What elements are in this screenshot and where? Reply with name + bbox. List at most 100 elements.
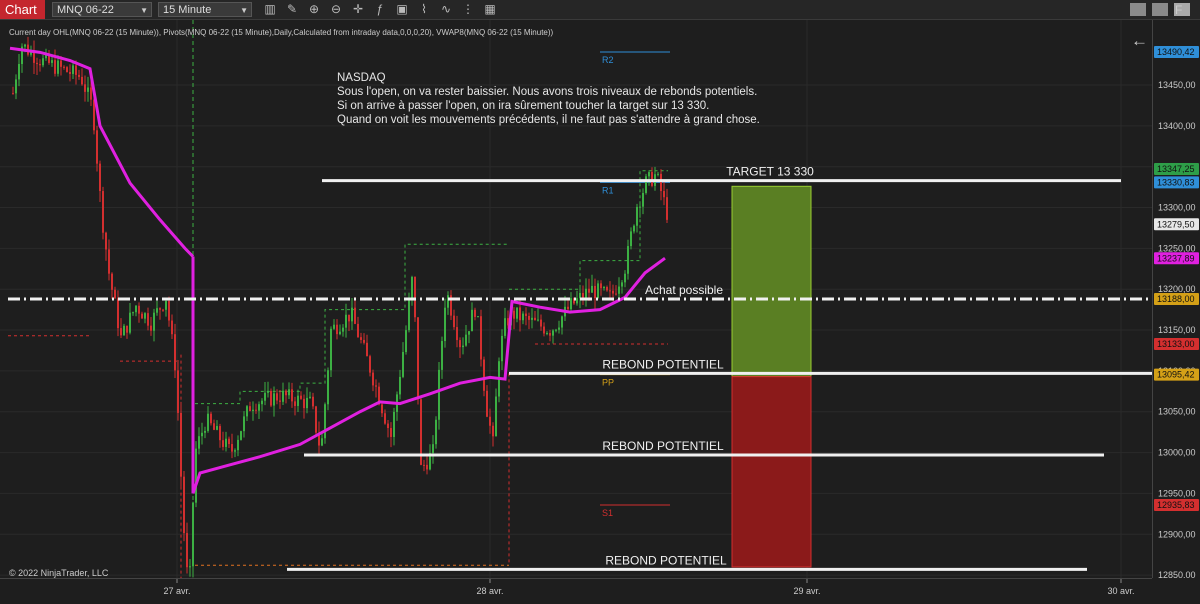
- level-label: Achat possible: [645, 283, 723, 297]
- candle-body: [477, 316, 479, 318]
- candle-body: [219, 426, 221, 441]
- candle-body: [618, 286, 620, 294]
- time-tick-label: 27 avr.: [163, 586, 190, 596]
- price-tick-label: 13200,00: [1158, 284, 1196, 294]
- interval-selector[interactable]: 15 Minute ▼: [158, 2, 252, 17]
- pivot-label: S1: [602, 508, 613, 518]
- candle-body: [60, 60, 62, 67]
- candle-body: [153, 312, 155, 331]
- level-label: REBOND POTENTIEL: [602, 357, 724, 371]
- candle-body: [255, 409, 257, 411]
- candle-body: [315, 406, 317, 433]
- candle-body: [300, 395, 302, 399]
- chart-tab[interactable]: Chart: [0, 0, 45, 19]
- annotation-title: NASDAQ: [337, 72, 386, 84]
- candle-body: [183, 476, 185, 534]
- candle-body: [132, 312, 134, 314]
- candle-body: [120, 328, 122, 336]
- candle-body: [75, 65, 77, 75]
- candle-body: [210, 413, 212, 424]
- instrument-value: MNQ 06-22: [57, 4, 114, 16]
- panel-toggle[interactable]: F: [1175, 3, 1182, 17]
- candle-body: [327, 370, 329, 405]
- indicator-icon[interactable]: ƒ: [372, 2, 388, 17]
- candle-body: [597, 283, 599, 299]
- candle-body: [324, 404, 326, 439]
- candle-body: [117, 298, 119, 329]
- properties-icon[interactable]: ⋮: [460, 2, 476, 17]
- candle-body: [66, 67, 68, 73]
- annotation-line: Sous l'open, on va rester baissier. Nous…: [337, 86, 758, 98]
- candle-body: [159, 308, 161, 310]
- candle-body: [228, 438, 230, 445]
- drawing-tools-icon[interactable]: ⌇: [416, 2, 432, 17]
- level-label: TARGET 13 330: [726, 165, 814, 179]
- candle-body: [201, 432, 203, 437]
- pencil-icon[interactable]: ✎: [284, 2, 300, 17]
- time-axis[interactable]: 27 avr. 28 avr. 29 avr. 30 avr.: [0, 578, 1152, 599]
- candle-body: [234, 450, 236, 452]
- candle-body: [279, 400, 281, 402]
- bar-style-icon[interactable]: ▥: [262, 2, 278, 17]
- candle-body: [18, 64, 20, 80]
- zoom-out-icon[interactable]: ⊖: [328, 2, 344, 17]
- candle-body: [417, 317, 419, 400]
- candle-body: [342, 327, 344, 332]
- price-axis[interactable]: 13450,0013400,0013350,0013300,0013250,00…: [1152, 20, 1200, 580]
- candle-body: [561, 316, 563, 328]
- candle-body: [129, 312, 131, 333]
- candle-body: [99, 163, 101, 192]
- data-box-icon[interactable]: ▦: [482, 2, 498, 17]
- session-high-line: [509, 170, 668, 290]
- toolbar: Chart MNQ 06-22 ▼ 15 Minute ▼ ▥ ✎ ⊕ ⊖ ✛ …: [0, 0, 1200, 20]
- candle-body: [642, 192, 644, 207]
- stop-zone: [731, 376, 812, 568]
- target-zone: [731, 185, 812, 378]
- candle-body: [84, 84, 86, 92]
- candle-body: [96, 130, 98, 164]
- candle-body: [531, 317, 533, 320]
- candle-body: [186, 533, 188, 568]
- chart-trader-icon[interactable]: ∿: [438, 2, 454, 17]
- instrument-selector[interactable]: MNQ 06-22 ▼: [52, 2, 152, 17]
- candle-body: [306, 397, 308, 409]
- candle-body: [375, 385, 377, 387]
- candle-body: [333, 324, 335, 329]
- interval-value: 15 Minute: [163, 4, 212, 16]
- arrow-left-icon[interactable]: ←: [1131, 31, 1148, 51]
- candle-body: [648, 172, 650, 177]
- candle-body: [456, 327, 458, 341]
- minimize-button[interactable]: [1130, 3, 1146, 16]
- candle-body: [174, 334, 176, 371]
- candle-body: [303, 398, 305, 409]
- candle-body: [399, 376, 401, 395]
- candle-body: [168, 300, 170, 321]
- candle-body: [192, 502, 194, 567]
- candle-body: [402, 352, 404, 377]
- candle-body: [651, 172, 653, 186]
- level-label: REBOND POTENTIEL: [605, 553, 727, 567]
- candle-body: [177, 370, 179, 413]
- price-tick-label: 13400,00: [1158, 121, 1196, 131]
- candle-body: [423, 464, 425, 466]
- candle-body: [102, 191, 104, 233]
- candle-body: [261, 400, 263, 405]
- candle-body: [606, 287, 608, 291]
- candle-body: [180, 412, 182, 477]
- maximize-button[interactable]: [1152, 3, 1168, 16]
- candle-body: [528, 315, 530, 320]
- time-axis-svg: 27 avr. 28 avr. 29 avr. 30 avr.: [163, 579, 1135, 596]
- candle-body: [483, 359, 485, 391]
- pivot-label: R1: [602, 185, 614, 195]
- zoom-in-icon[interactable]: ⊕: [306, 2, 322, 17]
- crosshair-icon[interactable]: ✛: [350, 2, 366, 17]
- candle-body: [393, 411, 395, 437]
- price-tag-label: 13237,89: [1157, 253, 1195, 263]
- candle-body: [660, 173, 662, 192]
- price-tag-label: 13490,42: [1157, 47, 1195, 57]
- candle-body: [360, 337, 362, 340]
- strategy-icon[interactable]: ▣: [394, 2, 410, 17]
- price-tick-label: 13000,00: [1158, 448, 1196, 458]
- candle-body: [492, 425, 494, 437]
- chevron-down-icon: ▼: [240, 6, 248, 15]
